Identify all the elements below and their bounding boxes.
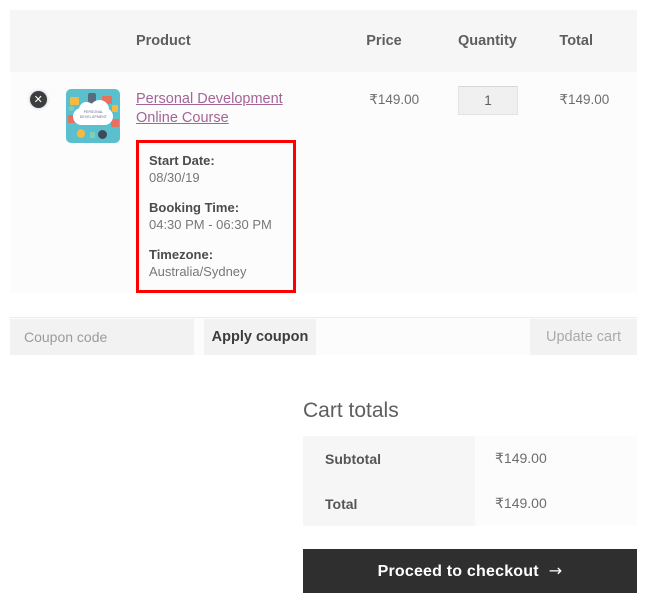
coupon-row: Apply coupon Update cart [10,317,637,355]
cart-item-price: ₹149.00 [349,72,445,293]
cart-totals-section: Cart totals Subtotal ₹149.00 Total ₹149.… [303,398,637,526]
column-header-total: Total [547,10,637,72]
thumb-icon-decor-7 [90,132,96,138]
thumb-icon-decor-2 [112,105,119,112]
thumb-icon-decor-1 [70,97,80,105]
product-name-link[interactable]: Personal Development Online Course [136,90,311,128]
column-header-quantity: Quantity [444,10,548,72]
start-date-value: 08/30/19 [148,170,200,185]
booking-time-label: Booking Time: [148,200,240,215]
subtotal-row: Subtotal ₹149.00 [303,436,637,481]
cart-item-row: ✕ PERSONAL DEVELOPMENT Personal Developm… [10,72,637,293]
cart-item-total: ₹149.00 [547,72,637,293]
total-row: Total ₹149.00 [303,481,637,526]
total-label: Total [303,481,475,526]
cart-item-thumbnail-cell: PERSONAL DEVELOPMENT [66,72,126,293]
thumb-cloud-caption: PERSONAL DEVELOPMENT [79,110,108,119]
column-header-thumbnail [66,10,126,72]
total-value: ₹149.00 [475,481,637,526]
cart-table: Product Price Quantity Total ✕ PERSONAL … [10,10,637,293]
cart-totals-body: Subtotal ₹149.00 Total ₹149.00 [303,436,637,526]
cart-item-remove-cell: ✕ [10,72,67,293]
proceed-to-checkout-button[interactable]: Proceed to checkout → [303,549,637,593]
start-date-label: Start Date: [148,153,215,168]
cart-table-body: ✕ PERSONAL DEVELOPMENT Personal Developm… [10,72,637,293]
thumb-icon-decor-5 [77,129,86,138]
cart-item-product-cell: Personal Development Online Course Start… [125,72,350,293]
cart-item-quantity-cell [444,72,548,293]
thumb-icon-decor-4 [111,119,120,127]
quantity-input[interactable] [458,86,519,115]
subtotal-value: ₹149.00 [475,436,637,481]
cart-table-header-row: Product Price Quantity Total [10,10,637,72]
update-cart-button[interactable]: Update cart [530,319,637,355]
cart-totals-table: Subtotal ₹149.00 Total ₹149.00 [303,436,637,526]
cart-totals-title: Cart totals [303,399,399,422]
product-thumbnail[interactable]: PERSONAL DEVELOPMENT [66,89,121,143]
thumb-icon-decor-6 [98,130,108,139]
cart-table-head: Product Price Quantity Total [10,10,637,72]
column-header-product: Product [125,10,350,72]
subtotal-label: Subtotal [303,436,475,481]
coupon-code-input[interactable] [10,319,194,355]
timezone-label: Timezone: [148,247,214,262]
apply-coupon-button[interactable]: Apply coupon [204,319,316,355]
booking-time-value: 04:30 PM - 06:30 PM [148,217,272,232]
timezone-value: Australia/Sydney [148,264,247,279]
arrow-right-icon: → [548,561,563,580]
checkout-button-label: Proceed to checkout [377,563,539,580]
remove-item-icon[interactable]: ✕ [29,91,47,108]
column-header-remove [10,10,67,72]
booking-details-box: Start Date: 08/30/19 Booking Time: 04:30… [135,140,296,293]
column-header-price: Price [349,10,445,72]
